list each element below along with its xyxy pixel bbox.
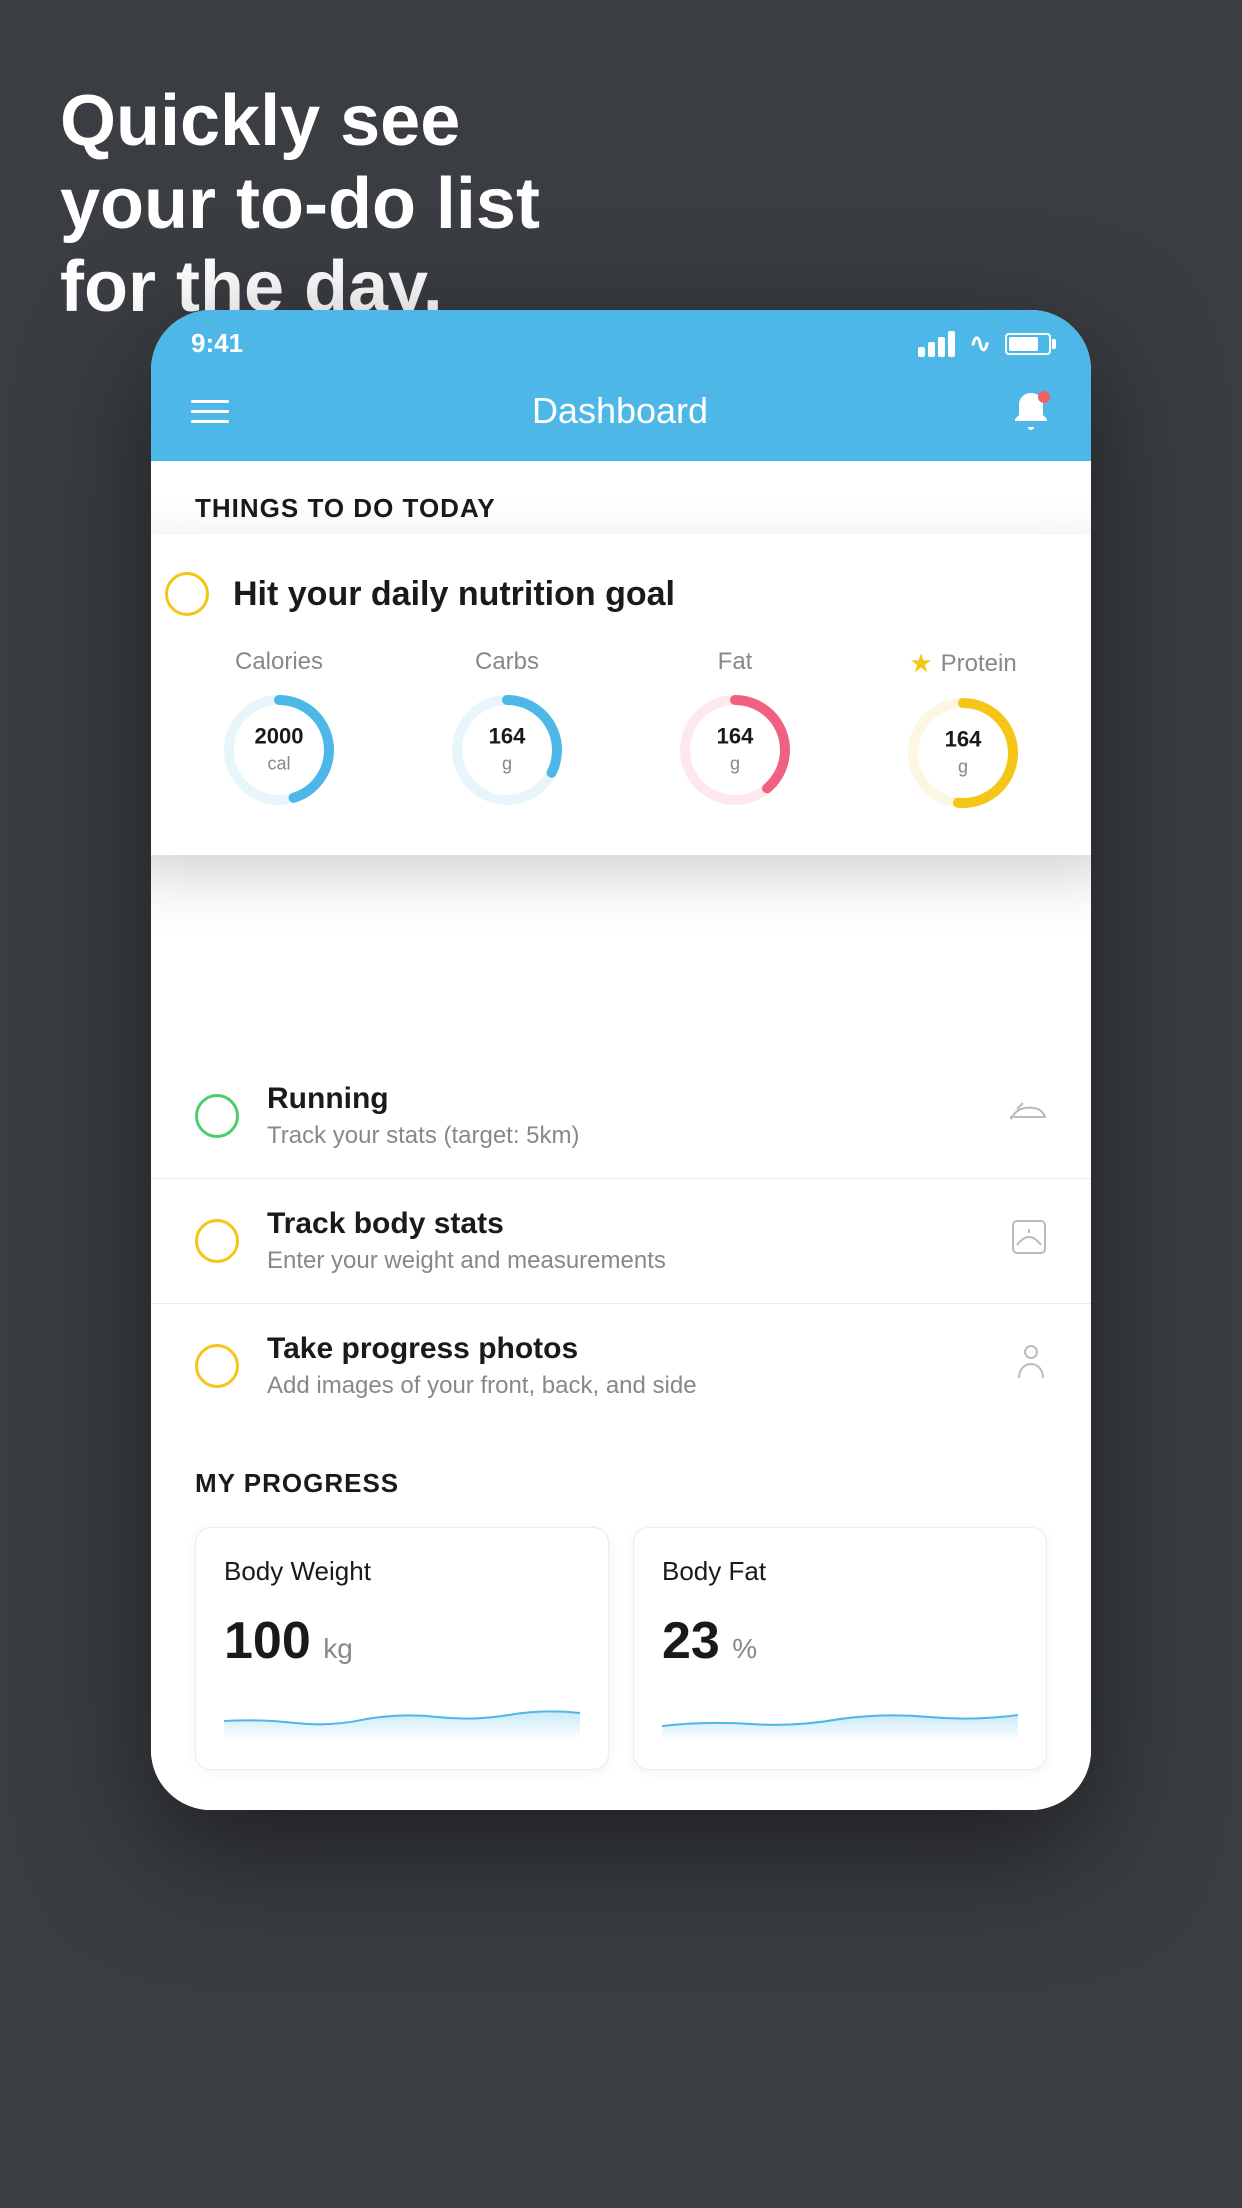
body-fat-value-row: 23 % — [662, 1611, 1018, 1671]
todo-list: Running Track your stats (target: 5km) — [151, 1054, 1091, 1428]
photos-subtitle: Add images of your front, back, and side — [267, 1372, 987, 1400]
todo-item-body-stats[interactable]: Track body stats Enter your weight and m… — [151, 1179, 1091, 1304]
nav-bar: Dashboard — [151, 369, 1091, 461]
body-fat-sparkline — [662, 1691, 1018, 1741]
body-fat-unit: % — [732, 1633, 757, 1664]
nutrition-card-header: Hit your daily nutrition goal — [165, 572, 1077, 616]
body-weight-sparkline — [224, 1691, 580, 1741]
hamburger-menu[interactable] — [191, 400, 229, 423]
running-circle — [195, 1094, 239, 1138]
todo-item-running[interactable]: Running Track your stats (target: 5km) — [151, 1054, 1091, 1179]
body-stats-circle — [195, 1219, 239, 1263]
body-weight-unit: kg — [323, 1633, 353, 1664]
wifi-icon: ∿ — [969, 328, 991, 359]
progress-title: MY PROGRESS — [195, 1468, 1047, 1499]
fat-value: 164g — [717, 724, 754, 777]
fat-label: Fat — [718, 648, 753, 676]
status-bar: 9:41 ∿ — [151, 310, 1091, 369]
carbs-label: Carbs — [475, 648, 539, 676]
nutrition-title: Hit your daily nutrition goal — [233, 575, 675, 614]
signal-icon — [918, 331, 955, 357]
running-subtitle: Track your stats (target: 5km) — [267, 1122, 981, 1150]
carbs-ring: Carbs 164g — [447, 648, 567, 810]
hero-text: Quickly see your to-do list for the day. — [60, 80, 540, 328]
running-text: Running Track your stats (target: 5km) — [267, 1082, 981, 1150]
scale-icon — [1011, 1219, 1047, 1263]
section-header: THINGS TO DO TODAY — [151, 461, 1091, 544]
nutrition-card: Hit your daily nutrition goal Calories — [151, 534, 1091, 855]
running-shoe-icon — [1009, 1098, 1047, 1135]
body-stats-subtitle: Enter your weight and measurements — [267, 1247, 983, 1275]
body-stats-text: Track body stats Enter your weight and m… — [267, 1207, 983, 1275]
hero-line2: your to-do list — [60, 163, 540, 246]
battery-icon — [1005, 333, 1051, 355]
photos-title: Take progress photos — [267, 1332, 987, 1366]
calories-ring-container: 2000cal — [219, 690, 339, 810]
running-title: Running — [267, 1082, 981, 1116]
protein-label: ★Protein — [909, 648, 1016, 679]
photos-circle — [195, 1344, 239, 1388]
time-display: 9:41 — [191, 328, 243, 359]
protein-value: 164g — [945, 727, 982, 780]
body-weight-value: 100 — [224, 1612, 311, 1670]
body-weight-value-row: 100 kg — [224, 1611, 580, 1671]
calories-value: 2000cal — [255, 724, 304, 777]
rings-row: Calories 2000cal Carbs — [165, 648, 1077, 813]
progress-section: MY PROGRESS Body Weight 100 kg — [151, 1428, 1091, 1810]
nutrition-circle[interactable] — [165, 572, 209, 616]
carbs-value: 164g — [489, 724, 526, 777]
fat-ring: Fat 164g — [675, 648, 795, 810]
body-stats-title: Track body stats — [267, 1207, 983, 1241]
status-icons: ∿ — [918, 328, 1051, 359]
card-area: Hit your daily nutrition goal Calories — [151, 544, 1091, 854]
nav-title: Dashboard — [532, 390, 708, 432]
calories-label: Calories — [235, 648, 323, 676]
person-icon — [1015, 1344, 1047, 1388]
hero-line1: Quickly see — [60, 80, 540, 163]
progress-cards: Body Weight 100 kg — [195, 1527, 1047, 1770]
calories-ring: Calories 2000cal — [219, 648, 339, 810]
phone-wrapper: 9:41 ∿ Dashboard — [151, 310, 1091, 1810]
fat-ring-container: 164g — [675, 690, 795, 810]
star-icon: ★ — [909, 648, 932, 679]
carbs-ring-container: 164g — [447, 690, 567, 810]
protein-ring-container: 164g — [903, 693, 1023, 813]
notification-bell-icon[interactable] — [1011, 389, 1051, 433]
phone: 9:41 ∿ Dashboard — [151, 310, 1091, 1810]
body-fat-title: Body Fat — [662, 1556, 1018, 1587]
body-weight-title: Body Weight — [224, 1556, 580, 1587]
body-fat-card: Body Fat 23 % — [633, 1527, 1047, 1770]
body-weight-card: Body Weight 100 kg — [195, 1527, 609, 1770]
protein-ring: ★Protein 164g — [903, 648, 1023, 813]
body-fat-value: 23 — [662, 1612, 720, 1670]
photos-text: Take progress photos Add images of your … — [267, 1332, 987, 1400]
phone-content: THINGS TO DO TODAY Hit your daily nutrit… — [151, 461, 1091, 1810]
todo-item-photos[interactable]: Take progress photos Add images of your … — [151, 1304, 1091, 1428]
